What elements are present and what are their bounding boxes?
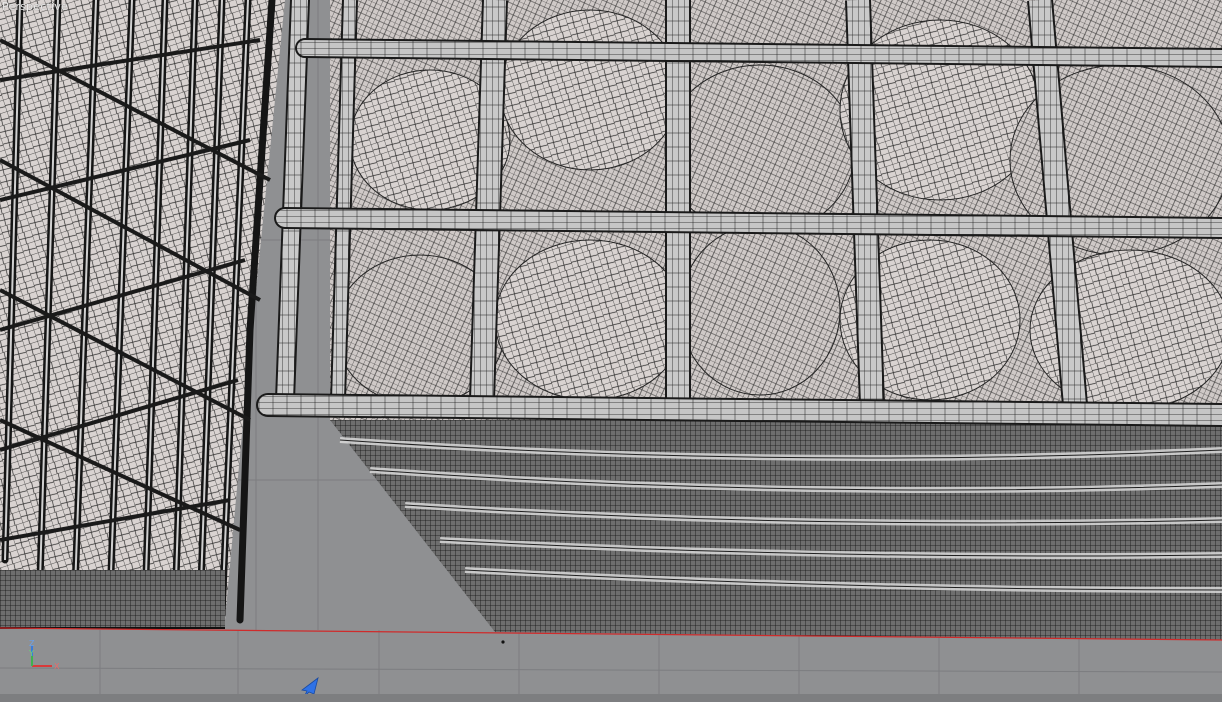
viewport-view-label[interactable]: Perspective (2, 0, 68, 13)
right-gabion-base[interactable] (330, 420, 1222, 640)
origin-dot (501, 640, 505, 644)
axis-label-y: Y (28, 649, 34, 658)
scene-canvas[interactable] (0, 0, 1222, 702)
axis-label-z: Z (29, 639, 35, 648)
xyz-axis-gizmo-icon: Z Y X (28, 639, 60, 671)
left-gabion-mesh[interactable] (0, 0, 285, 629)
3d-viewport[interactable]: Perspective Z Y X (0, 0, 1222, 702)
axis-label-x: X (54, 662, 60, 671)
viewport-bottom-edge (0, 694, 1222, 702)
